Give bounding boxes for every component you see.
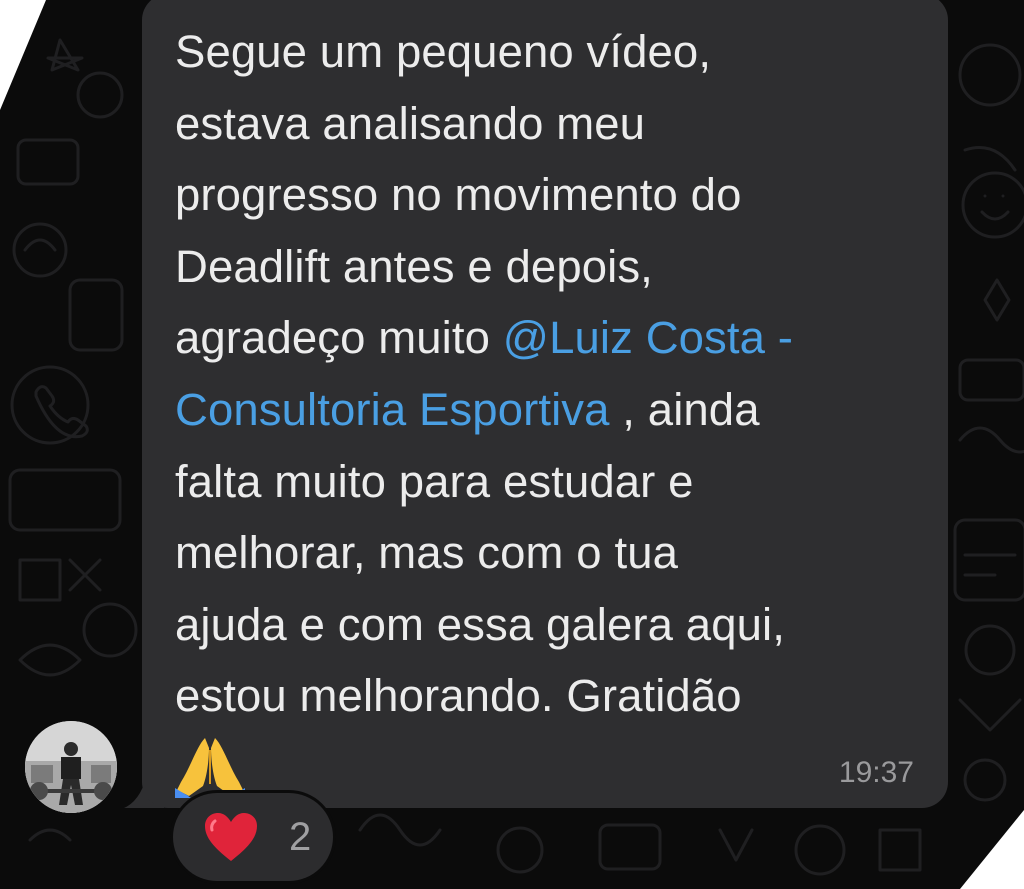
mention-at-sign: @ bbox=[502, 312, 550, 364]
sender-avatar[interactable] bbox=[25, 721, 117, 813]
message-bubble[interactable]: Segue um pequeno vídeo, estava analisand… bbox=[142, 0, 948, 808]
message-timestamp: 19:37 bbox=[838, 756, 914, 789]
message-text: Segue um pequeno vídeo, estava analisand… bbox=[175, 16, 935, 811]
reaction-count: 2 bbox=[289, 814, 312, 859]
red-heart-icon bbox=[205, 813, 257, 861]
chat-screen: Segue um pequeno vídeo, estava analisand… bbox=[0, 0, 1024, 889]
reaction-pill[interactable]: 2 bbox=[173, 793, 333, 881]
folded-hands-emoji bbox=[175, 737, 245, 798]
